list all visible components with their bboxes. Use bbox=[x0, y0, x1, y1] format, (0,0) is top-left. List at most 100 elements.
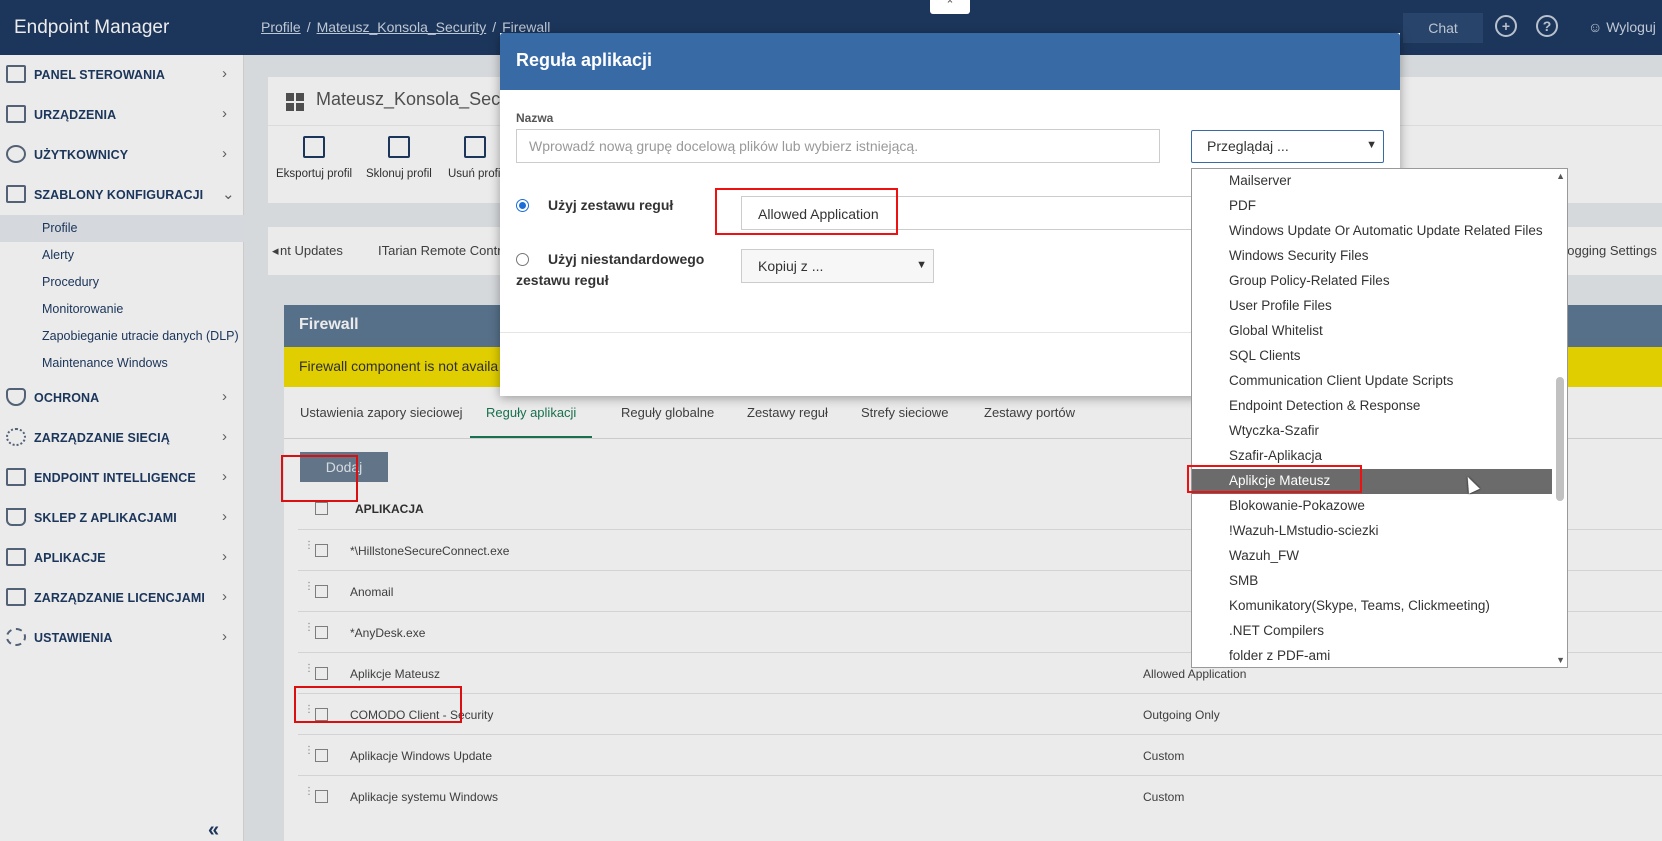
tab-global-rules[interactable]: Reguły globalne bbox=[621, 405, 714, 420]
collapse-sidebar-icon[interactable]: « bbox=[208, 819, 219, 841]
collapse-notch-icon[interactable]: ⌃ bbox=[930, 0, 970, 14]
sidebar-item-settings[interactable]: USTAWIENIA › bbox=[0, 618, 244, 658]
logout-link[interactable]: ☺ Wyloguj bbox=[1588, 19, 1656, 35]
sidebar-item-label: ZARZĄDZANIE SIECIĄ bbox=[34, 431, 170, 445]
sidebar-item-appstore[interactable]: SKLEP Z APLIKACJAMI › bbox=[0, 498, 244, 538]
breadcrumb-profile-name[interactable]: Mateusz_Konsola_Security bbox=[317, 19, 487, 35]
sidebar-item-devices[interactable]: URZĄDZENIA › bbox=[0, 95, 244, 135]
browse-select[interactable]: Przeglądaj ... ▼ bbox=[1191, 130, 1384, 163]
table-row[interactable]: ⋮ Aplikacje systemu Windows Custom bbox=[298, 775, 1662, 816]
sidebar-item-label: ZARZĄDZANIE LICENCJAMI bbox=[34, 591, 205, 605]
tab-application-rules[interactable]: Reguły aplikacji bbox=[486, 405, 576, 420]
dialog-title: Reguła aplikacji bbox=[500, 33, 1400, 90]
tab-network-zones[interactable]: Strefy sieciowe bbox=[861, 405, 948, 420]
name-label: Nazwa bbox=[516, 111, 554, 125]
delete-profile-button[interactable]: Usuń profil bbox=[448, 136, 503, 180]
use-ruleset-radio[interactable] bbox=[516, 199, 529, 212]
option[interactable]: Mailserver bbox=[1192, 169, 1552, 194]
scroll-up-icon[interactable]: ▲ bbox=[1556, 171, 1565, 181]
sidebar-subitem-procedures[interactable]: Procedury bbox=[42, 275, 99, 289]
sidebar-item-network[interactable]: ZARZĄDZANIE SIECIĄ › bbox=[0, 418, 244, 458]
row-checkbox[interactable] bbox=[315, 544, 328, 557]
tab-updates[interactable]: nt Updates bbox=[280, 243, 343, 258]
logout-label: Wyloguj bbox=[1606, 19, 1656, 35]
tab-firewall-settings[interactable]: Ustawienia zapory sieciowej bbox=[300, 405, 463, 420]
copy-from-select[interactable]: Kopiuj z ... ▼ bbox=[741, 249, 934, 283]
sidebar-item-panel[interactable]: PANEL STEROWANIA › bbox=[0, 55, 244, 95]
sidebar-item-templates[interactable]: SZABLONY KONFIGURACJI ⌄ bbox=[0, 175, 244, 215]
drag-handle-icon[interactable]: ⋮ bbox=[304, 787, 314, 804]
drag-handle-icon[interactable]: ⋮ bbox=[304, 541, 314, 558]
option[interactable]: PDF bbox=[1192, 194, 1552, 219]
select-all-checkbox[interactable] bbox=[315, 502, 328, 515]
use-custom-ruleset-radio[interactable] bbox=[516, 253, 529, 266]
sidebar-subitem-dlp[interactable]: Zapobieganie utracie danych (DLP) bbox=[42, 329, 239, 343]
breadcrumb-profile[interactable]: Profile bbox=[261, 19, 301, 35]
clone-profile-button[interactable]: Sklonuj profil bbox=[366, 136, 432, 180]
tab-rulesets[interactable]: Zestawy reguł bbox=[747, 405, 828, 420]
sidebar-item-protection[interactable]: OCHRONA › bbox=[0, 378, 244, 418]
sidebar-item-apps[interactable]: APLIKACJE › bbox=[0, 538, 244, 578]
drag-handle-icon[interactable]: ⋮ bbox=[304, 582, 314, 599]
option[interactable]: .NET Compilers bbox=[1192, 619, 1552, 644]
sidebar-item-licenses[interactable]: ZARZĄDZANIE LICENCJAMI › bbox=[0, 578, 244, 618]
table-row[interactable]: ⋮ Aplikacje Windows Update Custom bbox=[298, 734, 1662, 775]
scrollbar-thumb[interactable] bbox=[1556, 377, 1564, 501]
option[interactable]: Wazuh_FW bbox=[1192, 544, 1552, 569]
export-profile-button[interactable]: Eksportuj profil bbox=[276, 136, 352, 180]
scroll-down-icon[interactable]: ▼ bbox=[1556, 655, 1565, 665]
chevron-right-icon: › bbox=[222, 65, 227, 82]
column-application: APLIKACJA bbox=[355, 502, 424, 516]
row-checkbox[interactable] bbox=[315, 790, 328, 803]
intelligence-icon bbox=[6, 468, 26, 486]
name-input[interactable] bbox=[516, 129, 1160, 163]
tab-remote-control[interactable]: ITarian Remote Contr bbox=[378, 243, 502, 258]
option[interactable]: Blokowanie-Pokazowe bbox=[1192, 494, 1552, 519]
add-icon[interactable]: + bbox=[1495, 15, 1517, 37]
browse-dropdown-list[interactable]: Mailserver PDF Windows Update Or Automat… bbox=[1191, 168, 1568, 668]
row-application: Aplikacje Windows Update bbox=[350, 749, 493, 763]
option[interactable]: User Profile Files bbox=[1192, 294, 1552, 319]
drag-handle-icon[interactable]: ⋮ bbox=[304, 664, 314, 681]
option[interactable]: SMB bbox=[1192, 569, 1552, 594]
profile-title: Mateusz_Konsola_Sec bbox=[316, 89, 501, 109]
chevron-right-icon: › bbox=[222, 428, 227, 445]
chat-button[interactable]: Chat bbox=[1403, 13, 1483, 43]
sidebar-item-users[interactable]: UŻYTKOWNICY › bbox=[0, 135, 244, 175]
row-application: *\HillstoneSecureConnect.exe bbox=[350, 544, 510, 558]
dropdown-scrollbar[interactable]: ▲ ▼ bbox=[1552, 169, 1567, 667]
row-ruleset: Custom bbox=[1143, 749, 1185, 763]
chevron-down-icon: ⌄ bbox=[222, 186, 235, 203]
chevron-down-icon: ▼ bbox=[916, 259, 927, 271]
row-checkbox[interactable] bbox=[315, 667, 328, 680]
option[interactable]: SQL Clients bbox=[1192, 344, 1552, 369]
option[interactable]: folder z PDF-ami bbox=[1192, 644, 1552, 667]
export-profile-label: Eksportuj profil bbox=[276, 168, 353, 180]
tab-logging-settings[interactable]: Logging Settings bbox=[1560, 243, 1657, 258]
option[interactable]: Endpoint Detection & Response bbox=[1192, 394, 1552, 419]
option[interactable]: Group Policy-Related Files bbox=[1192, 269, 1552, 294]
sidebar-item-label: APLIKACJE bbox=[34, 551, 106, 565]
sidebar-subitem-alerts[interactable]: Alerty bbox=[42, 248, 74, 262]
option[interactable]: Wtyczka-Szafir bbox=[1192, 419, 1552, 444]
row-checkbox[interactable] bbox=[315, 626, 328, 639]
drag-handle-icon[interactable]: ⋮ bbox=[304, 623, 314, 640]
option[interactable]: Windows Security Files bbox=[1192, 244, 1552, 269]
help-icon[interactable]: ? bbox=[1536, 15, 1558, 37]
option[interactable]: Windows Update Or Automatic Update Relat… bbox=[1192, 219, 1552, 244]
tabs-scroll-left-icon[interactable]: ◂ bbox=[272, 243, 279, 259]
sidebar-subitem-maintenance[interactable]: Maintenance Windows bbox=[42, 356, 168, 370]
row-application: Aplikcje Mateusz bbox=[350, 667, 441, 681]
tab-port-sets[interactable]: Zestawy portów bbox=[984, 405, 1075, 420]
option[interactable]: !Wazuh-LMstudio-sciezki bbox=[1192, 519, 1552, 544]
option[interactable]: Komunikatory(Skype, Teams, Clickmeeting) bbox=[1192, 594, 1552, 619]
table-row[interactable]: ⋮ COMODO Client - Security Outgoing Only bbox=[298, 693, 1662, 734]
option[interactable]: Communication Client Update Scripts bbox=[1192, 369, 1552, 394]
row-checkbox[interactable] bbox=[315, 585, 328, 598]
row-checkbox[interactable] bbox=[315, 749, 328, 762]
sidebar-subitem-profile[interactable]: Profile bbox=[42, 221, 77, 235]
sidebar-subitem-monitoring[interactable]: Monitorowanie bbox=[42, 302, 123, 316]
option[interactable]: Global Whitelist bbox=[1192, 319, 1552, 344]
sidebar-item-intelligence[interactable]: ENDPOINT INTELLIGENCE › bbox=[0, 458, 244, 498]
drag-handle-icon[interactable]: ⋮ bbox=[304, 746, 314, 763]
